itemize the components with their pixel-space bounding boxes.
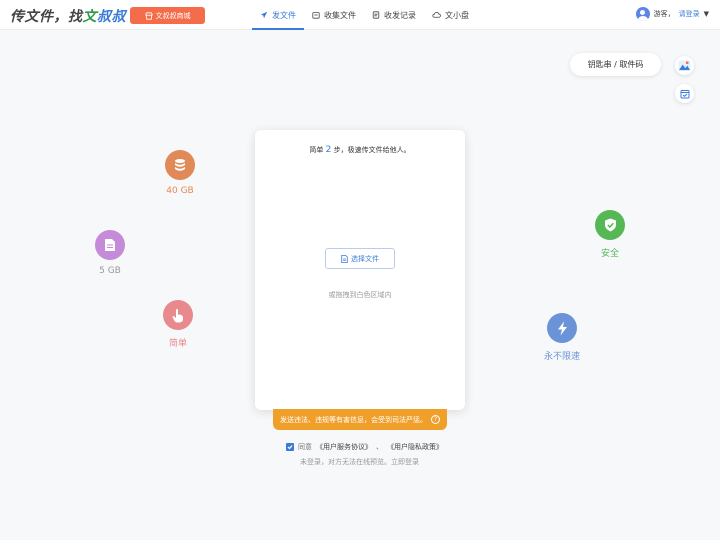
landscape-image-icon — [678, 60, 691, 71]
agree-separator: 、 — [376, 443, 383, 451]
feature-file-size-circle — [95, 230, 125, 260]
keychain-pickup-code-button[interactable]: 钥匙串 / 取件码 — [570, 53, 661, 76]
shield-check-icon — [604, 218, 616, 232]
document-icon — [105, 239, 115, 251]
feature-simple-circle — [163, 300, 193, 330]
feature-simple-label: 简单 — [168, 339, 187, 349]
logo-text-2: 文 — [82, 9, 97, 25]
calendar-button[interactable] — [675, 84, 694, 103]
logo-text-3: 叔叔 — [97, 9, 126, 25]
feature-storage: 40 GB — [150, 150, 210, 196]
nav-send-file-label: 发文件 — [272, 10, 296, 20]
checkmark-icon — [287, 445, 293, 450]
upload-drop-area[interactable]: 简单 2 步，极速传文件给他人。 选择文件 或拖拽到白色区域内 — [255, 130, 465, 410]
feature-simple: 简单 — [148, 300, 208, 349]
database-icon — [175, 159, 185, 171]
feature-file-size: 5 GB — [80, 230, 140, 276]
site-logo[interactable]: 传文件，找文叔叔 — [10, 6, 126, 26]
drag-hint: 或拖拽到白色区域内 — [328, 291, 392, 299]
keychain-button-label: 钥匙串 / 取件码 — [587, 60, 644, 69]
send-icon — [260, 11, 268, 19]
nav-records-label: 收发记录 — [384, 10, 416, 20]
agree-prefix: 同意 — [298, 443, 312, 451]
feature-speed-label: 永不限速 — [543, 352, 580, 362]
record-icon — [372, 11, 380, 19]
feature-speed-circle — [547, 313, 577, 343]
cloud-disk-icon — [432, 12, 441, 18]
legal-warning-text: 发送违法、违规等有害信息，会受到司法严惩。 — [280, 415, 427, 424]
feature-storage-label: 40 GB — [166, 186, 194, 196]
user-area: 游客， 请登录 ▼ — [635, 7, 709, 21]
card-title-post: 步，极速传文件给他人。 — [333, 146, 411, 154]
background-image-button[interactable] — [675, 56, 694, 75]
question-icon[interactable]: ? — [431, 415, 440, 424]
top-header: 传文件，找文叔叔 文叔叔商城 发文件 收集文件 收发记录 文小盘 游客， 请登录… — [0, 0, 720, 30]
nav-collect-file[interactable]: 收集文件 — [304, 0, 364, 30]
card-title-pre: 简单 — [309, 146, 324, 154]
store-button[interactable]: 文叔叔商城 — [130, 7, 205, 24]
feature-file-size-label: 5 GB — [99, 266, 121, 276]
feature-safe-label: 安全 — [600, 249, 619, 259]
main-nav: 发文件 收集文件 收发记录 文小盘 — [252, 0, 477, 30]
avatar-icon[interactable] — [635, 7, 650, 21]
select-file-label: 选择文件 — [351, 254, 379, 263]
nav-cloud-disk-label: 文小盘 — [445, 10, 469, 20]
nav-send-file[interactable]: 发文件 — [252, 0, 304, 30]
service-agreement-link[interactable]: 《用户服务协议》 — [316, 442, 372, 452]
login-notice-text[interactable]: 未登录，对方无法在线预览。立即登录 — [300, 458, 419, 466]
nav-cloud-disk[interactable]: 文小盘 — [424, 0, 477, 30]
select-file-button[interactable]: 选择文件 — [325, 248, 395, 269]
login-link[interactable]: 请登录 — [679, 9, 700, 19]
legal-warning-bar: 发送违法、违规等有害信息，会受到司法严惩。 ? — [273, 409, 447, 430]
feature-storage-circle — [165, 150, 195, 180]
guest-label: 游客， — [653, 10, 675, 18]
lightning-icon — [557, 321, 567, 335]
file-icon — [341, 254, 348, 263]
feature-unlimited-speed: 永不限速 — [532, 313, 592, 362]
agreement-row: 同意 《用户服务协议》 、 《用户隐私政策》 — [286, 442, 443, 452]
calendar-check-icon — [680, 89, 689, 98]
logo-text-1: 传文件，找 — [10, 9, 83, 25]
agree-checkbox[interactable] — [286, 443, 294, 451]
caret-down-icon[interactable]: ▼ — [704, 10, 709, 18]
collect-icon — [312, 12, 320, 19]
privacy-policy-link[interactable]: 《用户隐私政策》 — [387, 442, 443, 452]
card-title-step: 2 — [325, 145, 332, 155]
nav-records[interactable]: 收发记录 — [364, 0, 424, 30]
store-button-label: 文叔叔商城 — [155, 11, 191, 20]
hand-pointer-icon — [172, 308, 183, 322]
store-icon — [144, 11, 153, 20]
feature-safe-circle — [595, 210, 625, 240]
card-title: 简单 2 步，极速传文件给他人。 — [255, 145, 465, 155]
login-notice: 未登录，对方无法在线预览。立即登录 — [300, 457, 419, 467]
feature-safe: 安全 — [580, 210, 640, 259]
nav-collect-file-label: 收集文件 — [324, 10, 356, 20]
